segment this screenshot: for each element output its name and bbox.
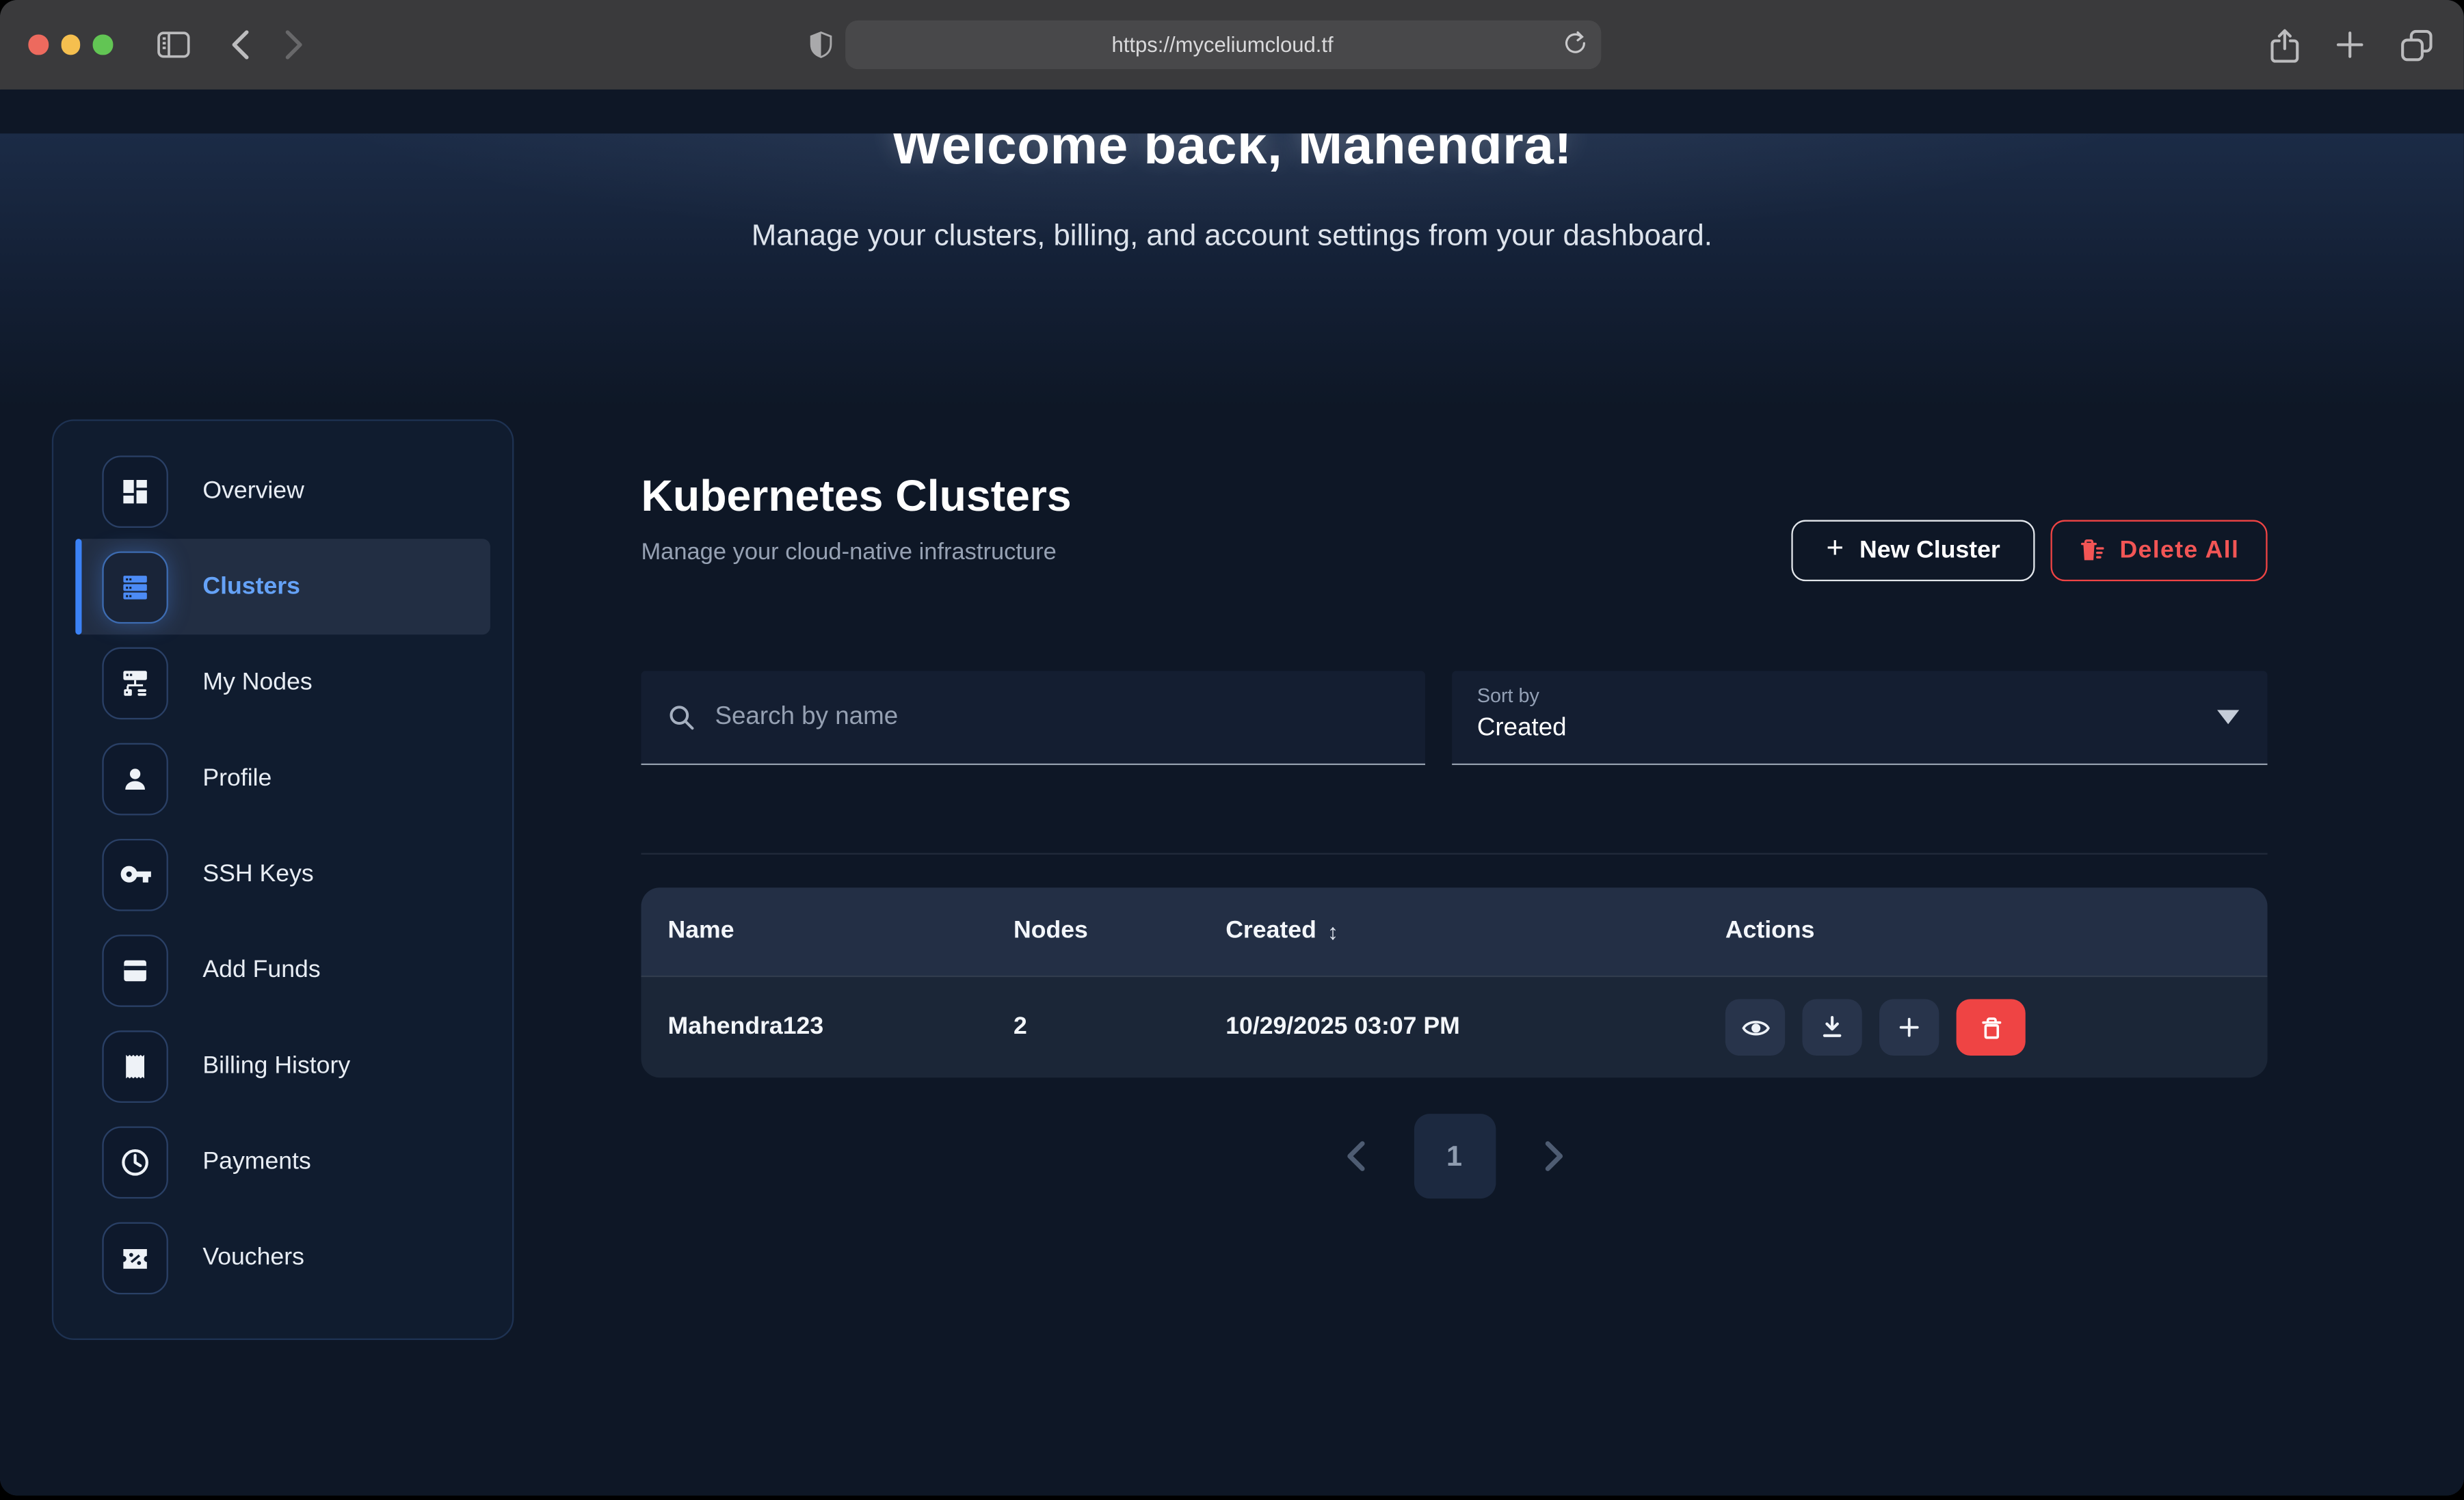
nodes-icon <box>102 647 168 719</box>
clock-icon <box>102 1125 168 1198</box>
sidebar-item-label: Clusters <box>202 573 300 601</box>
delete-cluster-button[interactable] <box>1957 999 2026 1056</box>
clusters-section: Kubernetes Clusters Manage your cloud-na… <box>641 471 2267 565</box>
welcome-hero: Welcome back, Mahendra! Manage your clus… <box>0 133 2464 408</box>
back-icon[interactable] <box>230 30 250 60</box>
dashboard-page: Welcome back, Mahendra! Manage your clus… <box>0 90 2464 1495</box>
address-bar[interactable]: https://myceliumcloud.tf <box>845 21 1600 69</box>
column-header-actions: Actions <box>1725 918 2241 946</box>
column-header-nodes: Nodes <box>1014 918 1226 946</box>
download-icon <box>1818 1013 1846 1041</box>
cell-cluster-name: Mahendra123 <box>668 1013 1014 1041</box>
sidebar-item-payments[interactable]: Payments <box>75 1114 490 1209</box>
table-row: Mahendra123 2 10/29/2025 03:07 PM <box>641 976 2267 1077</box>
add-node-button[interactable] <box>1879 999 1939 1056</box>
chevron-down-icon <box>2217 710 2239 725</box>
trash-icon <box>1978 1014 2004 1041</box>
reload-icon[interactable] <box>1563 30 1586 57</box>
sort-arrows-icon: ↕ <box>1327 919 1338 944</box>
sidebar-item-vouchers[interactable]: Vouchers <box>75 1209 490 1305</box>
share-icon[interactable] <box>2270 27 2299 62</box>
search-icon <box>666 702 696 732</box>
sort-select[interactable]: Sort by Created <box>1452 671 2268 765</box>
new-tab-icon[interactable] <box>2337 31 2363 58</box>
forward-icon[interactable] <box>284 30 303 60</box>
sidebar-item-overview[interactable]: Overview <box>75 443 490 539</box>
sidebar-item-label: My Nodes <box>202 669 312 697</box>
close-window-button[interactable] <box>28 35 48 55</box>
server-stack-icon <box>102 550 168 623</box>
screen: https://myceliumcloud.tf <box>0 0 2464 1500</box>
tab-overview-icon[interactable] <box>2401 29 2433 61</box>
sidebar-item-label: Add Funds <box>202 956 320 984</box>
minimize-window-button[interactable] <box>60 35 80 55</box>
user-icon <box>102 742 168 815</box>
sidebar-item-ssh-keys[interactable]: SSH Keys <box>75 827 490 922</box>
sidebar-item-label: Payments <box>202 1147 310 1175</box>
sidebar-item-label: Billing History <box>202 1052 350 1080</box>
sidebar-item-label: Vouchers <box>202 1244 304 1272</box>
sidebar-toggle-icon[interactable] <box>157 31 189 58</box>
wallet-icon <box>102 934 168 1006</box>
plus-icon: + <box>1826 532 1844 567</box>
table-header-row: Name Nodes Created ↕ Actions <box>641 887 2267 976</box>
sidebar: Overview <box>52 419 514 1339</box>
sidebar-item-clusters[interactable]: Clusters <box>75 539 490 634</box>
sidebar-item-label: Profile <box>202 764 271 792</box>
row-actions <box>1725 999 2241 1056</box>
column-header-name: Name <box>668 918 1014 946</box>
toolbar-right-icons <box>2270 27 2433 62</box>
column-header-created[interactable]: Created ↕ <box>1226 918 1725 946</box>
url-text: https://myceliumcloud.tf <box>1112 33 1334 56</box>
filter-controls: Sort by Created <box>641 671 2267 765</box>
clusters-table: Name Nodes Created ↕ Actions Mahendra123… <box>641 887 2267 1077</box>
dashboard-icon <box>102 455 168 527</box>
delete-all-button[interactable]: Delete All <box>2050 520 2267 582</box>
welcome-subtitle: Manage your clusters, billing, and accou… <box>0 220 2464 255</box>
sidebar-item-my-nodes[interactable]: My Nodes <box>75 634 490 730</box>
sort-label: Sort by <box>1477 685 2242 707</box>
browser-toolbar: https://myceliumcloud.tf <box>0 0 2464 90</box>
view-cluster-button[interactable] <box>1725 999 1785 1056</box>
new-cluster-button[interactable]: + New Cluster <box>1792 520 2035 582</box>
zoom-window-button[interactable] <box>93 35 113 55</box>
search-input[interactable] <box>715 703 1343 731</box>
header-actions: + New Cluster Delete All <box>1792 520 2268 582</box>
sidebar-item-label: Overview <box>202 477 304 505</box>
previous-page-icon[interactable] <box>1344 1140 1366 1172</box>
page-title: Kubernetes Clusters <box>641 471 2267 522</box>
cell-node-count: 2 <box>1014 1013 1226 1041</box>
privacy-shield-icon[interactable] <box>808 30 832 60</box>
sidebar-item-label: SSH Keys <box>202 860 313 888</box>
cell-created-date: 10/29/2025 03:07 PM <box>1226 1013 1725 1041</box>
section-divider <box>641 853 2267 855</box>
ticket-icon <box>102 1221 168 1294</box>
page-number-button[interactable]: 1 <box>1414 1114 1495 1198</box>
download-kubeconfig-button[interactable] <box>1802 999 1862 1056</box>
next-page-icon[interactable] <box>1542 1140 1564 1172</box>
sidebar-item-add-funds[interactable]: Add Funds <box>75 922 490 1018</box>
sort-value: Created <box>1477 714 2242 742</box>
traffic-lights <box>28 35 112 55</box>
search-field[interactable] <box>641 671 1425 765</box>
eye-icon <box>1740 1013 1771 1043</box>
trash-list-icon <box>2079 537 2106 564</box>
plus-icon <box>1895 1013 1923 1041</box>
receipt-icon <box>102 1030 168 1102</box>
key-icon <box>102 838 168 911</box>
sidebar-item-profile[interactable]: Profile <box>75 730 490 826</box>
browser-window: https://myceliumcloud.tf <box>0 0 2464 1495</box>
welcome-title: Welcome back, Mahendra! <box>0 133 2464 177</box>
sidebar-item-billing-history[interactable]: Billing History <box>75 1018 490 1114</box>
pagination: 1 <box>641 1114 2267 1198</box>
